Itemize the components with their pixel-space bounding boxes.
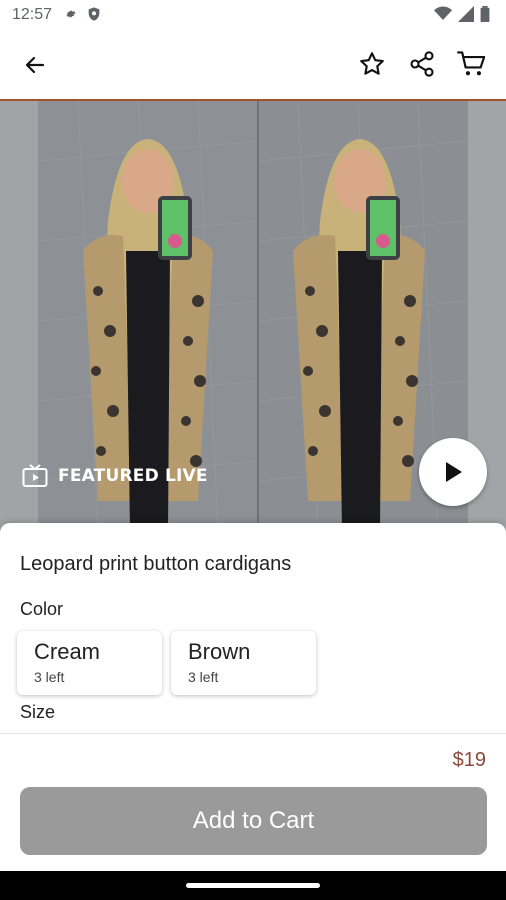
size-label: Size [20, 702, 56, 722]
settings-icon [62, 6, 78, 26]
signal-icon [458, 6, 474, 26]
featured-live-text: FEATURED LIVE [58, 466, 208, 486]
play-icon [442, 460, 464, 484]
home-indicator[interactable] [186, 883, 320, 888]
color-option-name: Brown [188, 639, 251, 664]
system-nav-bar [0, 871, 506, 900]
product-hero-image[interactable]: FEATURED LIVE [0, 101, 506, 531]
status-left-icons [62, 6, 102, 26]
color-option-stock: 3 left [188, 669, 219, 685]
product-title: Leopard print button cardigans [20, 553, 292, 575]
play-video-button[interactable] [419, 438, 487, 506]
product-price: $19 [452, 749, 486, 771]
add-to-cart-button[interactable]: Add to Cart [20, 787, 487, 855]
photo-divider [257, 101, 259, 531]
featured-live-badge: FEATURED LIVE [22, 464, 208, 488]
divider [0, 733, 506, 734]
color-options: Cream 3 left Brown 3 left [17, 631, 316, 695]
color-option-name: Cream [34, 639, 101, 664]
shield-icon [86, 6, 102, 26]
status-time: 12:57 [12, 6, 53, 23]
header-actions [354, 48, 490, 84]
share-icon [408, 50, 436, 82]
share-button[interactable] [404, 48, 440, 84]
arrow-left-icon [23, 53, 47, 81]
status-right-icons [434, 6, 490, 26]
product-bottom-sheet: Leopard print button cardigans Color Cre… [0, 523, 506, 871]
color-label: Color [20, 599, 64, 619]
back-button[interactable] [18, 50, 52, 84]
add-to-cart-label: Add to Cart [192, 807, 315, 834]
tv-play-icon [22, 464, 48, 488]
color-option-stock: 3 left [34, 669, 65, 685]
battery-icon [480, 6, 490, 26]
status-bar: 12:57 [0, 0, 506, 32]
color-option-brown[interactable]: Brown 3 left [171, 631, 316, 695]
star-icon [358, 50, 386, 82]
color-option-cream[interactable]: Cream 3 left [17, 631, 162, 695]
app-header [0, 32, 506, 101]
cart-button[interactable] [454, 48, 490, 84]
favorite-button[interactable] [354, 48, 390, 84]
wifi-icon [434, 6, 452, 26]
cart-icon [457, 50, 487, 82]
